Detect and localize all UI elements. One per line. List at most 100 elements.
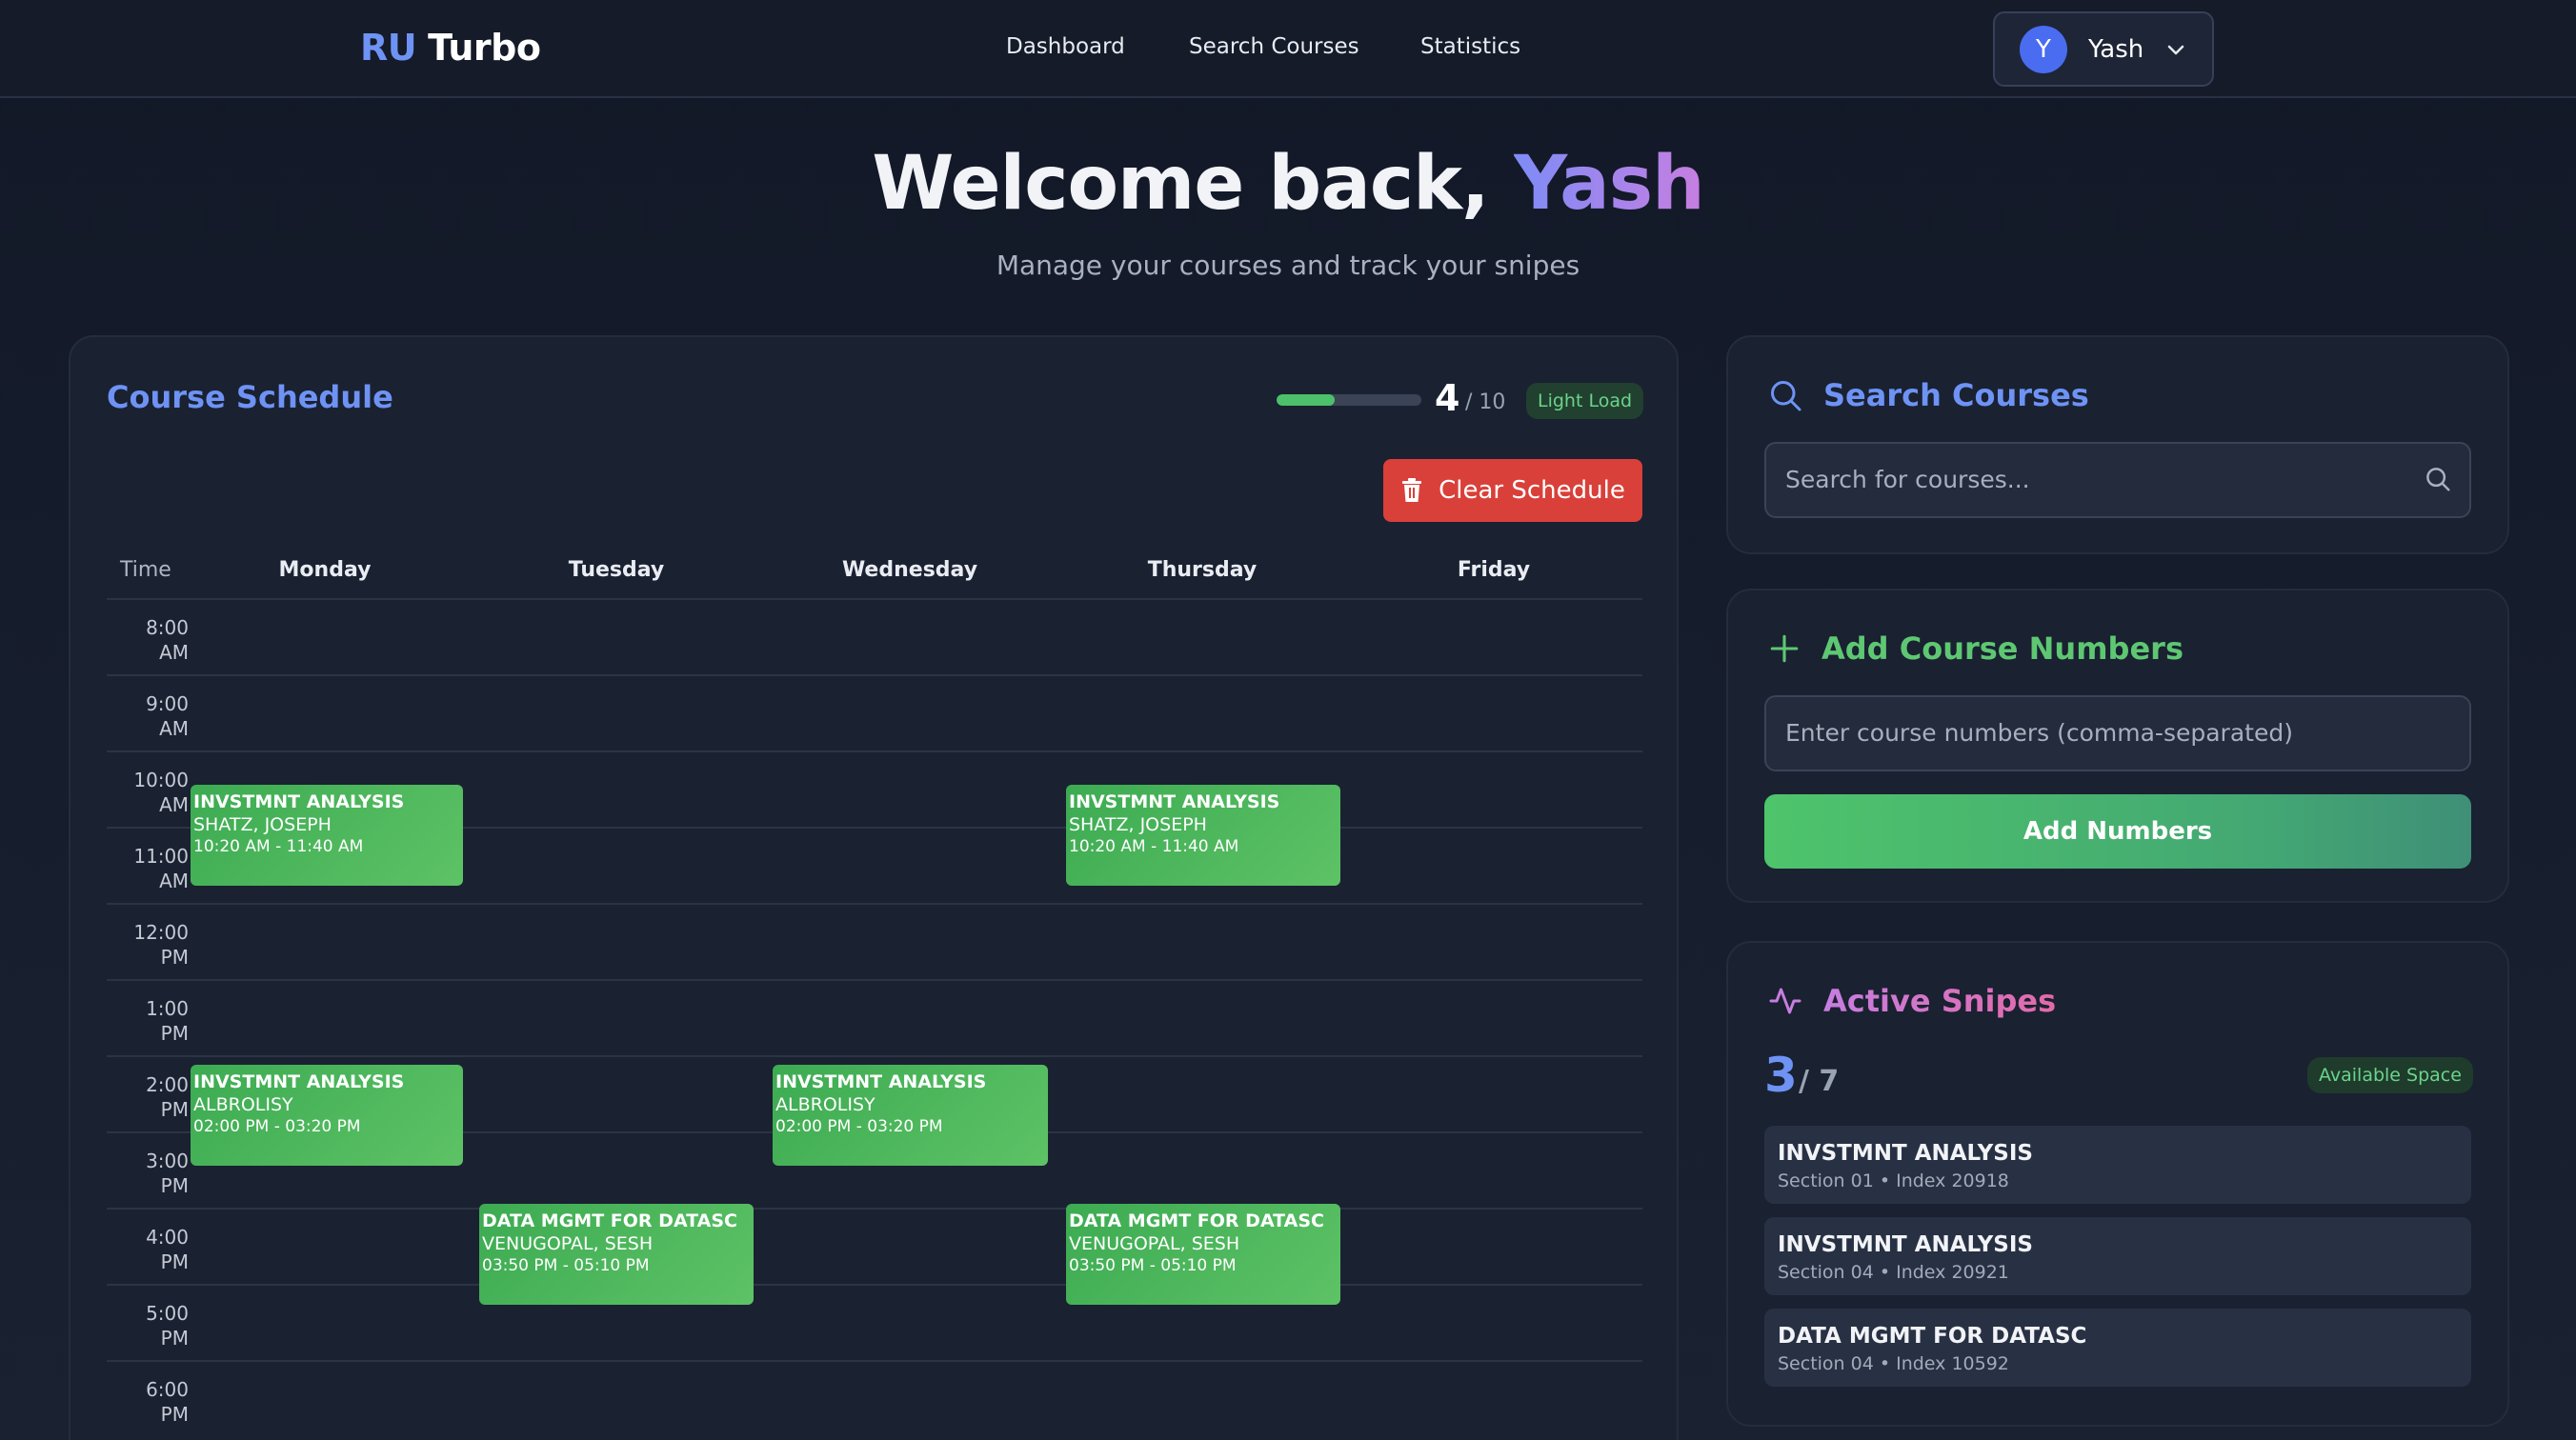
logo-ru: RU [360, 27, 417, 69]
course-block-title: DATA MGMT FOR DATASC [1069, 1210, 1324, 1231]
time-label-hour: 1:00 [146, 997, 189, 1020]
load-progress-fill [1277, 394, 1335, 406]
app-logo[interactable]: RU Turbo [360, 27, 541, 69]
course-block-title: INVSTMNT ANALYSIS [775, 1071, 987, 1092]
load-count: 4 [1435, 377, 1460, 419]
time-label-10am: 10:00 AM [112, 768, 189, 817]
grid-line [107, 598, 1642, 600]
chevron-down-icon [2168, 45, 2184, 54]
course-block-instructor: SHATZ, JOSEPH [193, 814, 332, 835]
time-label-9am: 9:00 AM [112, 691, 189, 741]
day-header-thursday: Thursday [1147, 558, 1258, 582]
user-name: Yash [2088, 34, 2144, 64]
course-block-thursday[interactable]: DATA MGMT FOR DATASC VENUGOPAL, SESH 03:… [1066, 1204, 1340, 1305]
user-menu-button[interactable]: Y Yash [1993, 11, 2214, 87]
welcome-user-name: Yash [1513, 141, 1705, 227]
course-block-time: 02:00 PM - 03:20 PM [775, 1117, 943, 1136]
load-progress-bar [1277, 394, 1421, 406]
day-header-monday: Monday [278, 558, 372, 582]
course-block-instructor: VENUGOPAL, SESH [482, 1233, 654, 1254]
active-snipes-title: Active Snipes [1823, 983, 2057, 1019]
course-block-tuesday[interactable]: DATA MGMT FOR DATASC VENUGOPAL, SESH 03:… [479, 1204, 754, 1305]
avatar: Y [2020, 25, 2067, 73]
time-label-period: AM [159, 870, 189, 892]
time-column-header: Time [120, 558, 171, 582]
course-block-title: INVSTMNT ANALYSIS [1069, 791, 1280, 812]
time-label-12pm: 12:00 PM [112, 920, 189, 970]
time-label-hour: 11:00 [133, 845, 189, 868]
course-block-title: DATA MGMT FOR DATASC [482, 1210, 737, 1231]
snipe-course-name: DATA MGMT FOR DATASC [1778, 1324, 2087, 1349]
add-course-numbers-panel: Add Course Numbers Enter course numbers … [1726, 589, 2509, 903]
course-block-title: INVSTMNT ANALYSIS [193, 1071, 405, 1092]
time-label-period: PM [160, 946, 189, 969]
grid-line [107, 979, 1642, 981]
time-label-6pm: 6:00 PM [112, 1377, 189, 1427]
trash-icon [1402, 478, 1422, 502]
search-icon[interactable] [2424, 465, 2452, 493]
nav-dashboard[interactable]: Dashboard [1006, 34, 1125, 59]
time-label-hour: 2:00 [146, 1073, 189, 1096]
snipe-count: 3 [1764, 1048, 1798, 1103]
time-label-period: PM [160, 1327, 189, 1350]
day-header-wednesday: Wednesday [841, 558, 978, 582]
snipe-list-item[interactable]: INVSTMNT ANALYSIS Section 04 • Index 209… [1764, 1217, 2471, 1295]
clear-schedule-button[interactable]: Clear Schedule [1383, 459, 1642, 522]
grid-line [107, 750, 1642, 752]
course-block-monday[interactable]: INVSTMNT ANALYSIS ALBROLISY 02:00 PM - 0… [191, 1065, 463, 1166]
grid-line [107, 1360, 1642, 1362]
snipe-list-item[interactable]: INVSTMNT ANALYSIS Section 01 • Index 209… [1764, 1126, 2471, 1204]
snipe-course-meta: Section 04 • Index 10592 [1778, 1353, 2009, 1374]
course-block-time: 10:20 AM - 11:40 AM [193, 837, 364, 856]
search-input-placeholder: Search for courses... [1785, 466, 2030, 493]
load-total: / 10 [1465, 390, 1506, 414]
course-block-wednesday[interactable]: INVSTMNT ANALYSIS ALBROLISY 02:00 PM - 0… [773, 1065, 1048, 1166]
time-label-8am: 8:00 AM [112, 615, 189, 665]
add-course-numbers-header: Add Course Numbers [1768, 630, 2184, 667]
course-block-monday[interactable]: INVSTMNT ANALYSIS SHATZ, JOSEPH 10:20 AM… [191, 785, 463, 886]
welcome-subtitle: Manage your courses and track your snipe… [996, 250, 1580, 281]
time-label-period: PM [160, 1250, 189, 1273]
grid-line [107, 1055, 1642, 1057]
time-label-hour: 4:00 [146, 1226, 189, 1249]
time-label-period: PM [160, 1022, 189, 1045]
time-label-1pm: 1:00 PM [112, 996, 189, 1046]
course-block-time: 03:50 PM - 05:10 PM [1069, 1256, 1237, 1275]
snipe-list-item[interactable]: DATA MGMT FOR DATASC Section 04 • Index … [1764, 1309, 2471, 1387]
course-block-title: INVSTMNT ANALYSIS [193, 791, 405, 812]
time-label-hour: 9:00 [146, 692, 189, 715]
nav-statistics[interactable]: Statistics [1420, 34, 1520, 59]
add-numbers-button[interactable]: Add Numbers [1764, 794, 2471, 869]
plus-icon [1770, 634, 1799, 663]
time-label-2pm: 2:00 PM [112, 1072, 189, 1122]
search-input[interactable]: Search for courses... [1764, 442, 2471, 518]
course-numbers-input[interactable]: Enter course numbers (comma-separated) [1764, 695, 2471, 771]
add-course-numbers-title: Add Course Numbers [1821, 630, 2184, 667]
course-block-thursday[interactable]: INVSTMNT ANALYSIS SHATZ, JOSEPH 10:20 AM… [1066, 785, 1340, 886]
snipe-course-name: INVSTMNT ANALYSIS [1778, 1141, 2033, 1166]
course-block-time: 03:50 PM - 05:10 PM [482, 1256, 650, 1275]
time-label-period: PM [160, 1174, 189, 1197]
time-label-hour: 10:00 [133, 769, 189, 791]
day-header-friday: Friday [1457, 558, 1531, 582]
time-label-hour: 12:00 [133, 921, 189, 944]
time-label-5pm: 5:00 PM [112, 1301, 189, 1350]
nav-search-courses[interactable]: Search Courses [1189, 34, 1359, 59]
top-navigation-bar: RU Turbo Dashboard Search Courses Statist… [0, 0, 2576, 98]
day-header-tuesday: Tuesday [568, 558, 665, 582]
grid-line [107, 1284, 1642, 1286]
course-schedule-panel: Course Schedule 4 / 10 Light Load Clear … [69, 335, 1679, 1440]
time-label-4pm: 4:00 PM [112, 1225, 189, 1274]
load-status-badge: Light Load [1526, 383, 1644, 419]
course-block-time: 02:00 PM - 03:20 PM [193, 1117, 361, 1136]
time-label-period: AM [159, 717, 189, 740]
snipe-course-name: INVSTMNT ANALYSIS [1778, 1232, 2033, 1257]
grid-line [107, 674, 1642, 676]
time-label-11am: 11:00 AM [112, 844, 189, 893]
time-label-hour: 5:00 [146, 1302, 189, 1325]
course-block-instructor: ALBROLISY [193, 1094, 293, 1115]
time-label-period: AM [159, 641, 189, 664]
time-label-period: PM [160, 1403, 189, 1426]
schedule-title: Course Schedule [107, 379, 393, 415]
course-numbers-placeholder: Enter course numbers (comma-separated) [1785, 719, 2293, 747]
